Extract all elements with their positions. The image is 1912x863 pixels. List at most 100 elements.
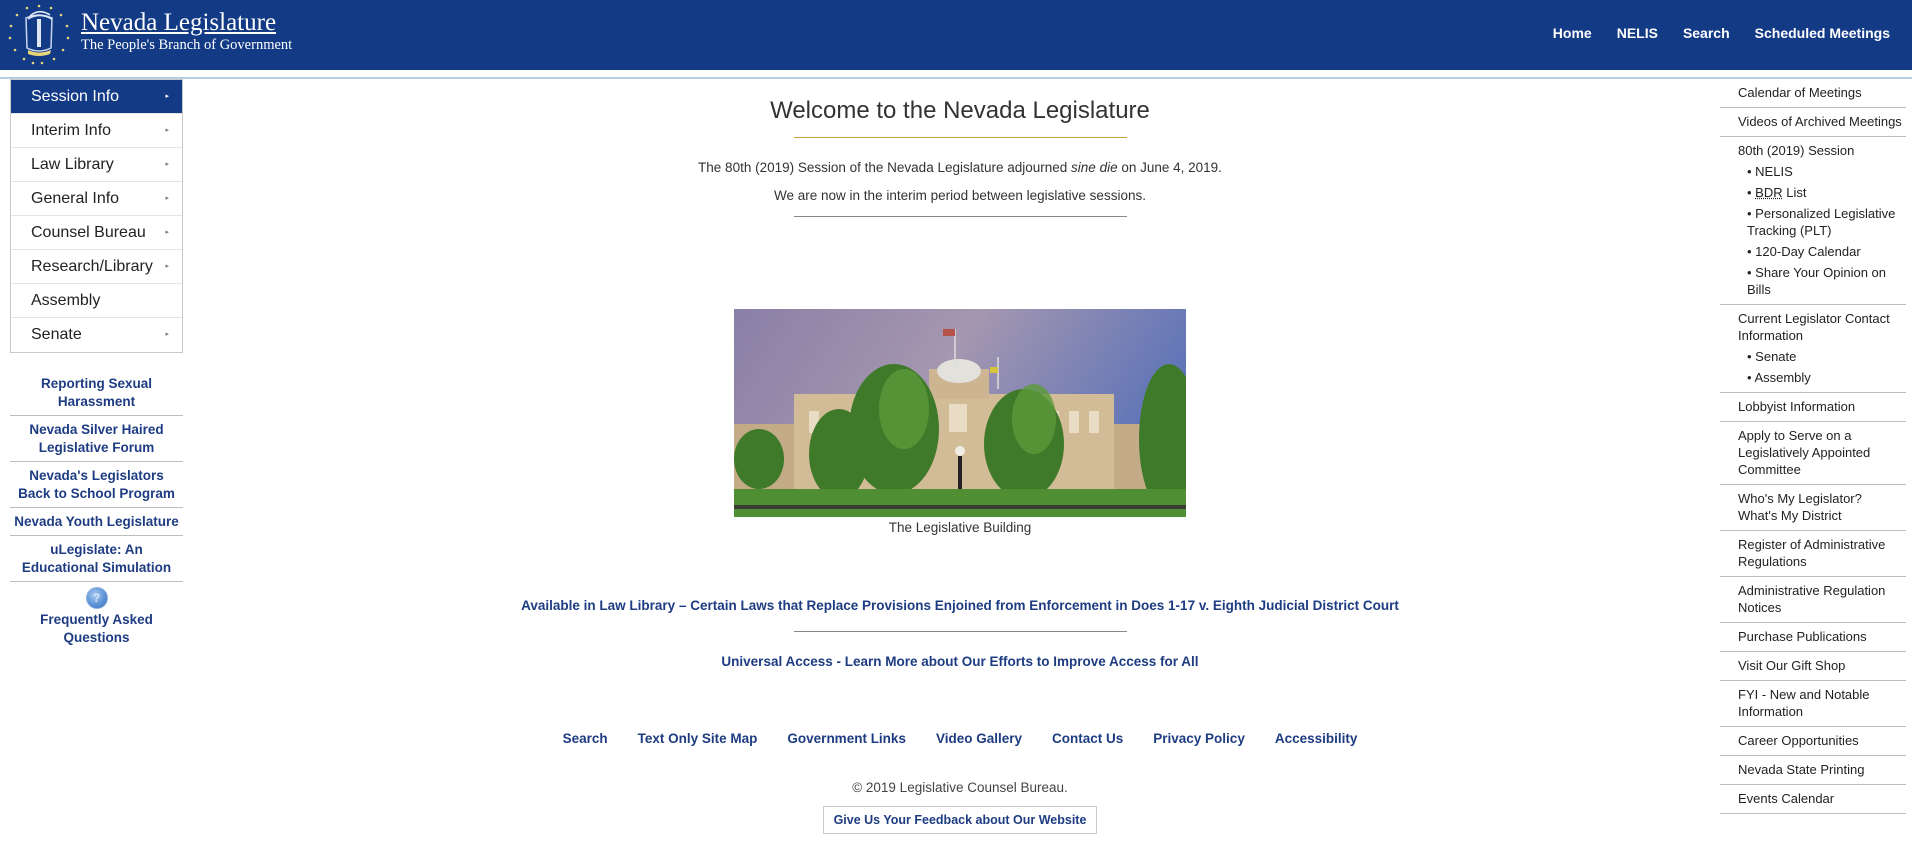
bullet: • [1747,164,1756,179]
bullet: • [1747,265,1756,280]
right-link-whos-my-legislator[interactable]: Who's My Legislator? What's My District [1720,485,1906,531]
session-status-text: The 80th (2019) Session of the Nevada Le… [520,160,1400,175]
bullet: • [1747,244,1756,259]
sublink-120-day-calendar[interactable]: • 120-Day Calendar [1747,243,1902,260]
interim-text: We are now in the interim period between… [774,188,1146,203]
nevada-seal-logo-icon[interactable] [6,2,72,66]
right-link-calendar-of-meetings[interactable]: Calendar of Meetings [1720,79,1906,108]
photo-caption: The Legislative Building [888,520,1032,535]
footer-link-accessibility[interactable]: Accessibility [1275,731,1358,746]
menu-label: Session Info [31,88,120,105]
nav-search[interactable]: Search [1683,25,1730,41]
caret-right-icon: ▸ [165,127,169,134]
session-date-text: on June 4, 2019. [1117,160,1222,175]
left-menu-item-general-info[interactable]: General Info ▸ [11,182,182,216]
sublink-share-opinion[interactable]: • Share Your Opinion on Bills [1747,264,1902,298]
main-content: Welcome to the Nevada Legislature The 80… [520,90,1400,834]
right-link-purchase-publications[interactable]: Purchase Publications [1720,623,1906,652]
left-menu: Session Info ▸ Interim Info ▸ Law Library ▸… [10,79,183,353]
sublink-label: Personalized Legislative Tracking (PLT) [1747,206,1896,238]
site-subtitle: The People's Branch of Government [81,37,293,53]
menu-label: Interim Info [31,122,112,139]
sublink-plt[interactable]: • Personalized Legislative Tracking (PLT… [1747,205,1902,239]
top-nav: Home NELIS Search Scheduled Meetings [1553,25,1912,41]
footer-link-contact-us[interactable]: Contact Us [1052,731,1123,746]
right-menu: Calendar of Meetings Videos of Archived … [1720,79,1906,814]
nav-scheduled-meetings[interactable]: Scheduled Meetings [1755,25,1890,41]
contact-sublinks: • Senate • Assembly [1738,348,1902,386]
right-link-legislator-contact[interactable]: Current Legislator Contact Information [1738,310,1902,344]
caret-right-icon: ▸ [165,331,169,338]
left-menu-item-counsel-bureau[interactable]: Counsel Bureau ▸ [11,216,182,250]
faq-label: Frequently Asked Questions [40,612,153,645]
footer-nav: Search Text Only Site Map Government Lin… [520,731,1400,746]
menu-label: Assembly [31,292,101,309]
caret-right-icon: ▸ [165,195,169,202]
divider [793,631,1127,632]
right-section-session: 80th (2019) Session • NELIS • BDR List •… [1720,137,1906,305]
universal-access-link[interactable]: Universal Access - Learn More about Our … [520,654,1400,669]
nav-nelis[interactable]: NELIS [1617,25,1658,41]
gold-divider [793,137,1127,138]
footer-link-site-map[interactable]: Text Only Site Map [638,731,758,746]
copyright: © 2019 Legislative Counsel Bureau. [852,780,1068,795]
right-link-lobbyist[interactable]: Lobbyist Information [1720,393,1906,422]
session-text: The 80th (2019) Session of the Nevada Le… [698,160,1072,175]
right-link-regulation-notices[interactable]: Administrative Regulation Notices [1720,577,1906,623]
right-link-archived-videos[interactable]: Videos of Archived Meetings [1720,108,1906,137]
feedback-button[interactable]: Give Us Your Feedback about Our Website [822,806,1098,834]
caret-right-icon: ▸ [165,161,169,168]
header-divider [0,77,1912,79]
nav-home[interactable]: Home [1553,25,1592,41]
left-menu-item-assembly[interactable]: Assembly [11,284,182,318]
right-link-state-printing[interactable]: Nevada State Printing [1720,756,1906,785]
link-ulegislate[interactable]: uLegislate: An Educational Simulation [10,540,183,582]
bullet: • [1747,349,1756,364]
left-menu-item-session-info[interactable]: Session Info ▸ [11,80,182,114]
left-menu-item-research-library[interactable]: Research/Library ▸ [11,250,182,284]
bullet: • [1747,206,1756,221]
site-title[interactable]: Nevada Legislature [81,9,276,37]
link-silver-haired-forum[interactable]: Nevada Silver Haired Legislative Forum [10,420,183,462]
footer-link-search[interactable]: Search [563,731,608,746]
footer-link-privacy-policy[interactable]: Privacy Policy [1153,731,1245,746]
sublink-label: NELIS [1755,164,1793,179]
law-library-link[interactable]: Available in Law Library – Certain Laws … [520,598,1400,613]
sublink-bdr-list[interactable]: • BDR List [1747,184,1902,201]
right-link-fyi[interactable]: FYI - New and Notable Information [1720,681,1906,727]
bullet: • [1747,185,1756,200]
right-link-career-opportunities[interactable]: Career Opportunities [1720,727,1906,756]
left-menu-item-interim-info[interactable]: Interim Info ▸ [11,114,182,148]
legislative-building-image [734,309,1186,517]
session-sublinks: • NELIS • BDR List • Personalized Legisl… [1738,163,1902,298]
sublink-label: Share Your Opinion on Bills [1747,265,1886,297]
menu-label: Law Library [31,156,114,173]
link-faq[interactable]: ? Frequently Asked Questions [10,586,183,651]
site-header: Nevada Legislature The People's Branch o… [0,0,1912,70]
sine-die-text: sine die [1071,160,1118,175]
link-reporting-sexual-harassment[interactable]: Reporting Sexual Harassment [10,374,183,416]
footer-link-video-gallery[interactable]: Video Gallery [936,731,1022,746]
sublink-senate[interactable]: • Senate [1747,348,1902,365]
sublink-label: Senate [1755,349,1797,364]
link-back-to-school[interactable]: Nevada's Legislators Back to School Prog… [10,466,183,508]
right-link-session[interactable]: 80th (2019) Session [1738,142,1902,159]
footer-link-government-links[interactable]: Government Links [787,731,906,746]
sublink-assembly[interactable]: • Assembly [1747,369,1902,386]
bdr-abbreviation: BDR [1755,185,1783,200]
sublink-nelis[interactable]: • NELIS [1747,163,1902,180]
page-title: Welcome to the Nevada Legislature [770,97,1150,124]
menu-label: Research/Library [31,258,153,275]
left-featured-links: Reporting Sexual Harassment Nevada Silve… [10,374,183,655]
divider [793,216,1127,217]
left-menu-item-law-library[interactable]: Law Library ▸ [11,148,182,182]
right-link-gift-shop[interactable]: Visit Our Gift Shop [1720,652,1906,681]
link-youth-legislature[interactable]: Nevada Youth Legislature [10,512,183,536]
right-link-apply-committee[interactable]: Apply to Serve on a Legislatively Appoin… [1720,422,1906,485]
right-link-events-calendar[interactable]: Events Calendar [1720,785,1906,814]
sublink-label: 120-Day Calendar [1755,244,1861,259]
right-link-register-regulations[interactable]: Register of Administrative Regulations [1720,531,1906,577]
caret-right-icon: ▸ [165,263,169,270]
legislative-building-photo [734,309,1186,517]
left-menu-item-senate[interactable]: Senate ▸ [11,318,182,352]
